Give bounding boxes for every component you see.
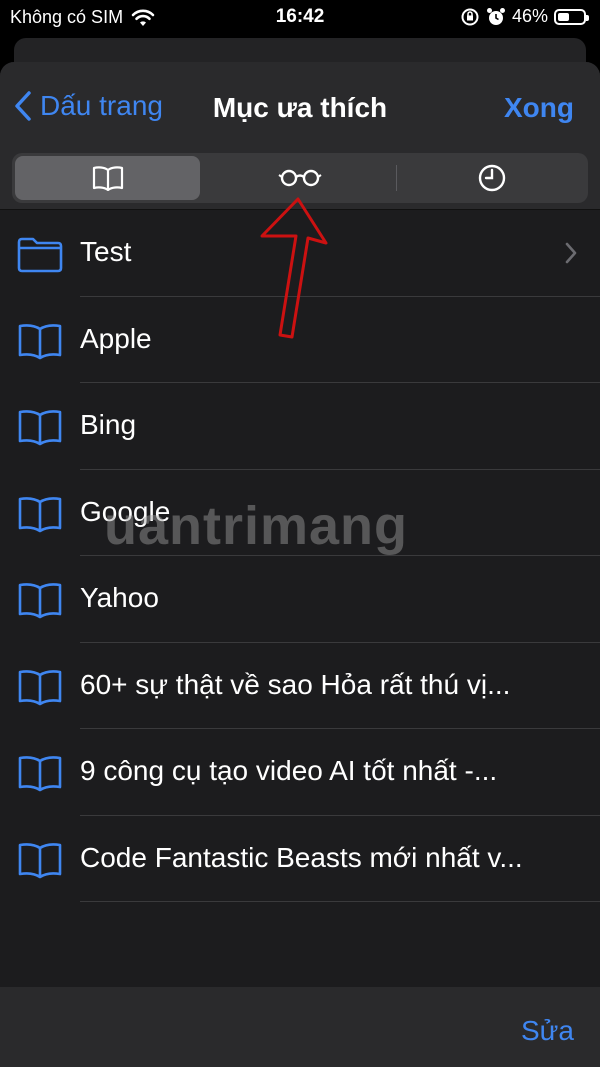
folder-row[interactable]: Test bbox=[0, 210, 600, 297]
glasses-icon bbox=[278, 169, 322, 187]
bookmark-row[interactable]: 9 công cụ tạo video AI tốt nhất -... bbox=[0, 729, 600, 816]
edit-button[interactable]: Sửa bbox=[521, 1015, 574, 1047]
folder-icon bbox=[16, 234, 64, 274]
book-icon bbox=[92, 166, 123, 191]
bottom-toolbar: Sửa bbox=[0, 987, 600, 1067]
tab-history[interactable] bbox=[398, 153, 586, 203]
bookmark-row[interactable]: Bing bbox=[0, 383, 600, 470]
bookmark-row[interactable]: 60+ sự thật về sao Hỏa rất thú vị... bbox=[0, 643, 600, 729]
clock-icon bbox=[478, 164, 506, 192]
orientation-lock-icon bbox=[461, 8, 479, 25]
book-icon bbox=[16, 840, 64, 880]
row-separator bbox=[80, 901, 600, 902]
battery-icon bbox=[554, 8, 589, 25]
segmented-control bbox=[12, 153, 588, 203]
book-icon bbox=[16, 580, 64, 620]
battery-fill bbox=[558, 12, 570, 21]
bookmark-label: Yahoo bbox=[80, 582, 159, 613]
tab-reading-list[interactable] bbox=[206, 153, 394, 203]
bookmark-label: 60+ sự thật về sao Hỏa rất thú vị... bbox=[80, 668, 511, 700]
alarm-icon bbox=[486, 7, 505, 25]
book-icon bbox=[16, 407, 64, 447]
segment-divider bbox=[396, 165, 397, 191]
status-right: 46% bbox=[460, 6, 589, 27]
bookmark-label: 9 công cụ tạo video AI tốt nhất -... bbox=[80, 755, 498, 786]
book-icon bbox=[16, 494, 64, 534]
bookmark-label: Code Fantastic Beasts mới nhất v... bbox=[80, 841, 523, 873]
book-icon bbox=[16, 667, 64, 707]
bookmark-label: Bing bbox=[80, 409, 137, 440]
done-button[interactable]: Xong bbox=[504, 92, 574, 124]
segment-bar bbox=[0, 147, 600, 210]
chevron-right-icon bbox=[564, 242, 578, 269]
bookmarks-sheet: Dấu trang Mục ưa thích Xong Test Apple B… bbox=[0, 62, 600, 1067]
bookmark-row[interactable]: Code Fantastic Beasts mới nhất v... bbox=[0, 816, 600, 902]
bookmark-row[interactable]: Apple bbox=[0, 297, 600, 383]
watermark: uantrimang bbox=[104, 496, 409, 556]
bookmark-label: Test bbox=[80, 236, 132, 267]
status-bar: Không có SIM 16:42 46% bbox=[0, 0, 600, 34]
battery-percent: 46% bbox=[511, 6, 548, 26]
bookmark-label: Apple bbox=[80, 322, 152, 354]
tab-bookmarks[interactable] bbox=[15, 156, 200, 200]
book-icon bbox=[16, 321, 64, 361]
navigation-bar: Dấu trang Mục ưa thích Xong bbox=[0, 62, 600, 147]
book-icon bbox=[16, 753, 64, 793]
bookmark-row[interactable]: Yahoo bbox=[0, 556, 600, 643]
